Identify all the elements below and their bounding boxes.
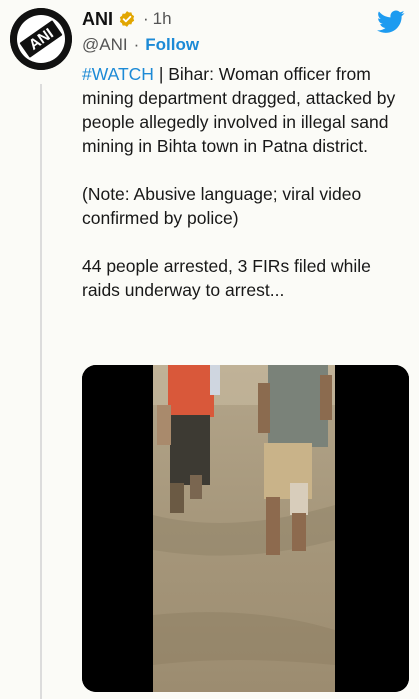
author-handle[interactable]: @ANI — [82, 35, 128, 55]
thread-line — [40, 84, 42, 699]
video-frame — [82, 365, 409, 692]
ani-logo: ANI — [10, 8, 72, 70]
separator-dot-2: · — [133, 35, 140, 54]
verified-badge-icon — [118, 10, 136, 28]
avatar[interactable]: ANI — [10, 8, 72, 70]
tweet-header: ANI · 1h @ANI · Follow — [82, 6, 409, 62]
tweet-body: #WATCH | Bihar: Woman officer from minin… — [82, 62, 412, 326]
twitter-bird-icon — [377, 10, 405, 34]
tweet-summary: 44 people arrested, 3 FIRs filed while r… — [82, 256, 371, 300]
video-media[interactable] — [82, 365, 409, 692]
tweet-text: #WATCH | Bihar: Woman officer from minin… — [82, 62, 412, 158]
hashtag-link[interactable]: #WATCH — [82, 64, 154, 84]
separator-dot: · — [143, 9, 149, 28]
author-name[interactable]: ANI — [82, 9, 113, 30]
tweet-note: (Note: Abusive language; viral video con… — [82, 184, 362, 228]
follow-button[interactable]: Follow — [145, 35, 199, 55]
timestamp[interactable]: 1h — [153, 9, 172, 29]
